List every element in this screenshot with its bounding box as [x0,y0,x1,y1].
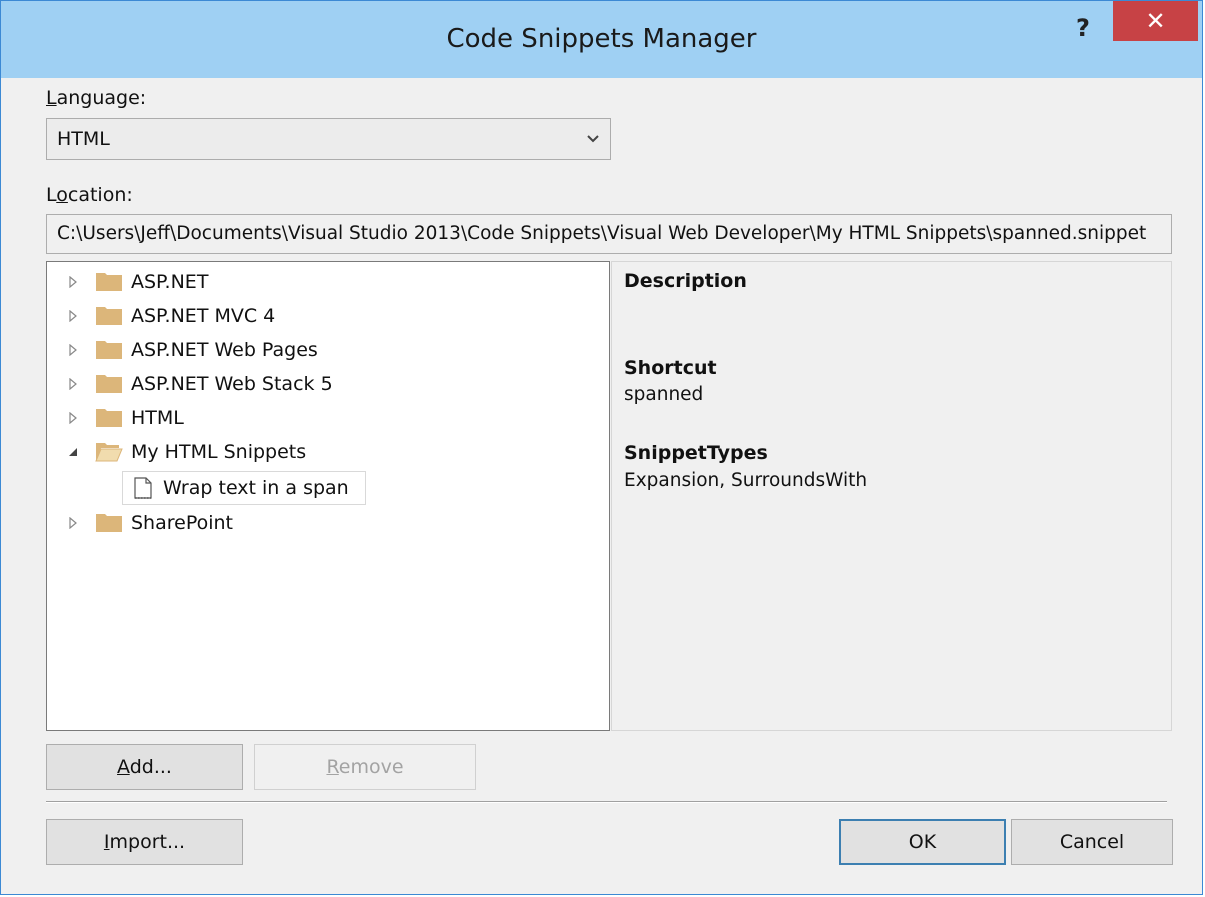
title-bar[interactable]: Code Snippets Manager ? ✕ [1,1,1202,78]
ok-button[interactable]: OK [839,819,1006,865]
open-folder-icon [95,443,123,462]
collapse-arrow-icon[interactable] [67,446,79,458]
location-label: Location: [46,184,133,206]
separator [46,801,1167,803]
folder-icon [96,514,122,532]
snippet-file-icon [134,477,152,499]
expand-arrow-icon[interactable] [67,517,79,529]
import-button[interactable]: Import... [46,819,243,865]
help-button[interactable]: ? [1063,11,1103,45]
tree-item-sharepoint[interactable]: SharePoint [47,506,607,540]
tree-item-label: ASP.NET Web Stack 5 [131,373,333,395]
close-button[interactable]: ✕ [1113,1,1198,41]
remove-button[interactable]: Remove [254,744,476,790]
snippet-item-wrap-text-in-a-span[interactable]: Wrap text in a span [122,471,366,505]
snippet-types-heading: SnippetTypes [624,442,768,464]
language-selected-value: HTML [57,128,110,150]
tree-item-label: ASP.NET MVC 4 [131,305,276,327]
tree-item-aspnet[interactable]: ASP.NET [47,265,607,299]
expand-arrow-icon[interactable] [67,378,79,390]
language-label: Language: [46,87,147,109]
dialog-title: Code Snippets Manager [446,24,757,54]
snippet-details-panel: Description Shortcut spanned SnippetType… [611,261,1172,731]
shortcut-heading: Shortcut [624,357,717,379]
folder-icon [96,375,122,393]
tree-item-label: HTML [131,407,184,429]
snippet-item-label: Wrap text in a span [163,477,349,499]
language-dropdown[interactable]: HTML [46,118,611,160]
cancel-button[interactable]: Cancel [1011,819,1173,865]
tree-item-my-html-snippets[interactable]: My HTML Snippets [47,435,607,469]
shortcut-value: spanned [624,384,704,405]
folder-icon [96,409,122,427]
add-button[interactable]: Add... [46,744,243,790]
folder-icon [96,341,122,359]
expand-arrow-icon[interactable] [67,344,79,356]
code-snippets-manager-dialog: Code Snippets Manager ? ✕ Language: HTML… [0,0,1203,895]
expand-arrow-icon[interactable] [67,310,79,322]
snippet-types-value: Expansion, SurroundsWith [624,470,868,491]
tree-item-aspnet-web-stack-5[interactable]: ASP.NET Web Stack 5 [47,367,607,401]
location-path: C:\Users\Jeff\Documents\Visual Studio 20… [57,223,1147,244]
expand-arrow-icon[interactable] [67,276,79,288]
tree-item-aspnet-mvc4[interactable]: ASP.NET MVC 4 [47,299,607,333]
expand-arrow-icon[interactable] [67,412,79,424]
tree-item-aspnet-web-pages[interactable]: ASP.NET Web Pages [47,333,607,367]
snippet-folder-tree[interactable]: ASP.NET ASP.NET MVC 4 ASP.NET Web Pages … [46,261,610,731]
location-field[interactable]: C:\Users\Jeff\Documents\Visual Studio 20… [46,214,1172,254]
chevron-down-icon [587,135,599,143]
folder-icon [96,307,122,325]
tree-item-label: My HTML Snippets [131,441,307,463]
folder-icon [96,273,122,291]
description-heading: Description [624,270,747,292]
tree-item-label: SharePoint [131,512,234,534]
tree-item-label: ASP.NET Web Pages [131,339,318,361]
tree-item-label: ASP.NET [131,271,209,293]
tree-item-html[interactable]: HTML [47,401,607,435]
